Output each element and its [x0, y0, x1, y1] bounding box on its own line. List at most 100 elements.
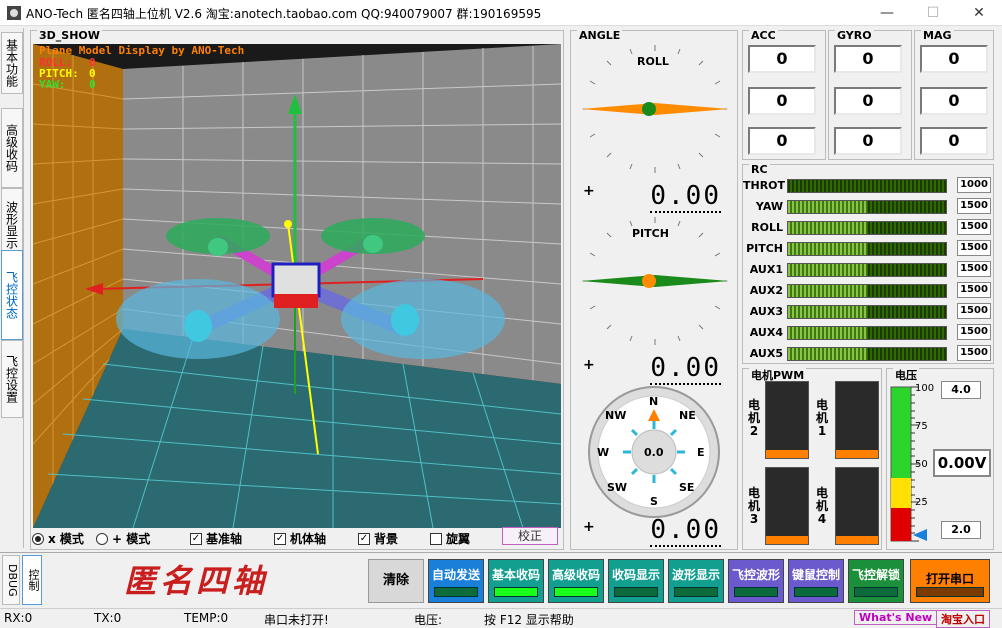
rc-channel-value: 1500	[957, 240, 991, 256]
flight-waveform-button[interactable]: 飞控波形	[728, 559, 784, 603]
compass: N NE E SE S SW W NW 0.0	[588, 386, 720, 518]
status-tx: TX:0	[94, 611, 122, 625]
open-port-label: 打开串口	[925, 572, 974, 586]
motor4-fill	[836, 536, 878, 544]
waveform-display-button[interactable]: 波形显示	[668, 559, 724, 603]
plus-mode-radio[interactable]: + 模式	[96, 530, 150, 547]
basic-receive-button[interactable]: 基本收码	[488, 559, 544, 603]
motor3-fill	[766, 536, 808, 544]
clear-button[interactable]: 清除	[368, 559, 424, 603]
rc-channel-value: 1500	[957, 324, 991, 340]
calibrate-button[interactable]: 校正	[502, 527, 558, 545]
mag-y-value: 0	[920, 87, 988, 115]
compass-s: S	[650, 495, 658, 508]
rotor-check-box[interactable]	[430, 532, 442, 545]
motor-pwm-panel: 电机PWM 电机2 电机1 电机3 电机4	[742, 367, 882, 550]
background-label: 背景	[374, 532, 399, 546]
status-temp: TEMP:0	[184, 611, 229, 625]
tab-advanced-receive[interactable]: 高级收码	[1, 108, 23, 188]
rc-row-aux4: AUX4 1500	[743, 324, 993, 342]
motor1-bar	[835, 381, 879, 459]
advanced-receive-lamp	[554, 587, 598, 597]
whats-new-link[interactable]: What's New	[854, 610, 938, 625]
window-title: ANO-Tech 匿名四轴上位机 V2.6 淘宝:anotech.taobao.…	[26, 7, 542, 21]
angle-panel: ANGLE ROLL + 0.00 PITCH + 0.00 N NE E SE	[570, 29, 738, 550]
flight-unlock-label: 飞控解锁	[851, 568, 900, 582]
rc-row-roll: ROLL 1500	[743, 219, 993, 237]
status-bar: RX:0 TX:0 TEMP:0 串口未打开! 电压: 按 F12 显示帮助 W…	[0, 608, 1002, 628]
rc-channel-bar	[787, 200, 947, 214]
base-axis-check-icon[interactable]: ✓	[190, 532, 202, 545]
tab-flight-status[interactable]: 飞控状态	[1, 250, 23, 340]
pitch-gauge: PITCH	[581, 217, 729, 345]
motor2-bar	[765, 381, 809, 459]
acc-z-value: 0	[748, 127, 816, 155]
compass-value: 0.0	[644, 446, 664, 459]
motor4-label: 电机4	[815, 486, 828, 526]
tab-debug[interactable]: DBUG	[2, 555, 20, 605]
rc-channel-bar	[787, 284, 947, 298]
receive-display-lamp	[614, 587, 658, 597]
auto-send-label: 自动发送	[431, 568, 480, 582]
rc-channel-value: 1000	[957, 177, 991, 193]
basic-receive-label: 基本收码	[491, 568, 540, 582]
open-port-button[interactable]: 打开串口	[910, 559, 990, 603]
base-axis-checkbox[interactable]: ✓ 基准轴	[190, 530, 242, 547]
x-mode-radio[interactable]: x 模式	[32, 530, 84, 547]
tab-control[interactable]: 控制	[22, 555, 42, 605]
x-mode-radio-dot[interactable]	[32, 532, 44, 545]
receive-display-button[interactable]: 收码显示	[608, 559, 664, 603]
gyro-label: GYRO	[835, 29, 874, 42]
receive-display-label: 收码显示	[611, 568, 660, 582]
body-axis-label: 机体轴	[290, 532, 327, 546]
app-icon	[7, 6, 21, 20]
rc-channel-bar	[787, 179, 947, 193]
body-axis-checkbox[interactable]: ✓ 机体轴	[274, 530, 326, 547]
advanced-receive-label: 高级收码	[551, 568, 600, 582]
body-axis-check-icon[interactable]: ✓	[274, 532, 286, 545]
minimize-button[interactable]: —	[864, 0, 910, 26]
rc-row-aux2: AUX2 1500	[743, 282, 993, 300]
3d-show-label: 3D_SHOW	[37, 29, 102, 42]
rotor-checkbox[interactable]: 旋翼	[430, 530, 470, 547]
tab-flight-settings[interactable]: 飞控设置	[1, 340, 23, 418]
auto-send-lamp	[434, 587, 478, 597]
motor1-label: 电机1	[815, 398, 828, 438]
auto-send-button[interactable]: 自动发送	[428, 559, 484, 603]
rc-channel-bar	[787, 305, 947, 319]
rc-channel-bar	[787, 221, 947, 235]
background-check-icon[interactable]: ✓	[358, 532, 370, 545]
voltage-tick-75: 75	[915, 421, 928, 432]
motor2-label: 电机2	[747, 398, 760, 438]
voltage-max-field[interactable]: 4.0	[941, 381, 981, 399]
rc-row-yaw: YAW 1500	[743, 198, 993, 216]
plus-mode-radio-dot[interactable]	[96, 532, 108, 545]
maximize-button[interactable]: ☐	[910, 0, 956, 26]
rc-channel-fill	[788, 222, 867, 234]
taobao-link[interactable]: 淘宝入口	[936, 610, 990, 628]
compass-w: W	[597, 446, 609, 459]
close-button[interactable]: ✕	[956, 0, 1002, 26]
tab-basic[interactable]: 基本功能	[1, 32, 23, 94]
rc-channel-value: 1500	[957, 282, 991, 298]
mag-group: MAG 0 0 0	[914, 29, 994, 160]
control-bar: DBUG 控制 匿名四轴 清除 自动发送 基本收码 高级收码 收码显示 波形显示…	[0, 552, 1002, 606]
rc-channel-bar	[787, 326, 947, 340]
voltage-tick-50: 50	[915, 459, 928, 470]
flight-unlock-button[interactable]: 飞控解锁	[848, 559, 904, 603]
background-checkbox[interactable]: ✓ 背景	[358, 530, 398, 547]
roll-gauge-label: ROLL	[637, 55, 669, 68]
acc-group: ACC 0 0 0	[742, 29, 826, 160]
advanced-receive-button[interactable]: 高级收码	[548, 559, 604, 603]
keyboard-mouse-control-button[interactable]: 键鼠控制	[788, 559, 844, 603]
voltage-tick-100: 100	[915, 383, 935, 394]
roll-sign: +	[583, 183, 595, 199]
voltage-min-field[interactable]: 2.0	[941, 521, 981, 539]
rc-channel-label: AUX2	[749, 284, 783, 297]
voltage-panel: 电压 100 75 50 25 4.0 0.00V 2.0	[886, 367, 994, 550]
rc-label: RC	[749, 163, 770, 176]
rc-row-aux1: AUX1 1500	[743, 261, 993, 279]
3d-view[interactable]: Plane Model Display by ANO-Tech ROLL: 0 …	[33, 44, 561, 528]
compass-n: N	[649, 395, 658, 408]
rc-channel-label: PITCH	[746, 242, 783, 255]
